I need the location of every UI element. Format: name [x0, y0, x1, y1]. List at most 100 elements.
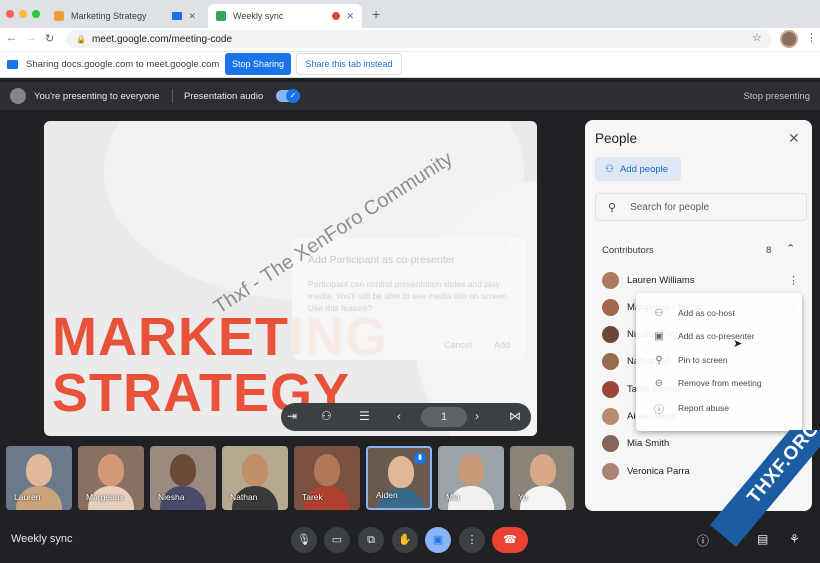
more-options-button[interactable]: ⋮ — [459, 527, 485, 553]
speaker-notes-icon[interactable]: ☰ — [359, 409, 370, 423]
participant-name: Nathan — [230, 492, 258, 502]
participant-name: Yo — [518, 492, 528, 502]
maximize-window-button[interactable] — [32, 10, 40, 18]
menu-item-label: Add as co-host — [678, 308, 735, 318]
minimize-window-button[interactable] — [19, 10, 27, 18]
co-presenter-dialog: Add Participant as co-presenter Particip… — [292, 238, 526, 360]
new-tab-icon[interactable]: + — [372, 6, 380, 22]
tab-weekly-sync[interactable]: Weekly sync ✕ — [208, 4, 362, 28]
participant-tile[interactable]: Mia — [438, 446, 504, 510]
dialog-title: Add Participant as co-presenter — [308, 254, 456, 266]
participant-tile[interactable]: Yo — [510, 446, 574, 510]
leave-call-button[interactable]: ☎ — [492, 527, 528, 553]
share-this-tab-button[interactable]: Share this tab instead — [296, 53, 402, 75]
menu-item[interactable]: ⚇ Add as co-host — [636, 302, 802, 324]
pin-icon: ⚲ — [655, 354, 663, 366]
lock-icon: 🔒 — [76, 34, 86, 44]
slide-page-number[interactable]: 1 — [421, 407, 467, 427]
list-item[interactable]: Lauren Williams ⋮ — [602, 270, 802, 290]
captions-button[interactable]: ⧉ — [358, 527, 384, 553]
panel-title: People — [595, 131, 638, 146]
participant-video — [242, 454, 268, 486]
menu-item-label: Report abuse — [678, 403, 730, 413]
mouse-cursor-icon: ➤ — [733, 338, 743, 350]
participant-tile[interactable]: Margeaux — [78, 446, 144, 510]
url-text: meet.google.com/meeting-code — [91, 33, 233, 45]
dialog-add-button[interactable]: Add — [494, 340, 510, 350]
camera-button[interactable]: ▭ — [324, 527, 350, 553]
raise-hand-button[interactable]: ✋ — [392, 527, 418, 553]
avatar — [602, 435, 619, 453]
participant-video — [98, 454, 124, 486]
add-copresenter-icon[interactable]: ⚇ — [321, 409, 332, 423]
avatar — [602, 408, 619, 425]
stop-sharing-button[interactable]: Stop Sharing — [225, 53, 291, 75]
menu-item[interactable]: ⚲ Pin to screen — [636, 349, 802, 371]
screen-share-icon — [7, 60, 18, 69]
more-options-icon[interactable]: ⋮ — [788, 274, 799, 287]
menu-item-label: Pin to screen — [678, 355, 728, 365]
slides-favicon-icon — [54, 11, 64, 21]
check-icon: ✓ — [286, 89, 300, 103]
participant-name: Lauren — [14, 492, 41, 502]
participant-name: Aiden — [376, 490, 398, 500]
dialog-cancel-button[interactable]: Cancel — [444, 340, 472, 350]
tab-close-icon[interactable]: ✕ — [188, 11, 196, 22]
share-icon[interactable]: ⋈ — [509, 409, 521, 423]
speaking-indicator-icon: ▮ — [414, 452, 426, 464]
previous-slide-icon[interactable]: ‹ — [397, 409, 401, 423]
next-slide-icon[interactable]: › — [475, 409, 479, 423]
participant-tile[interactable]: Nathan — [222, 446, 288, 510]
participant-tile[interactable]: Lauren — [6, 446, 72, 510]
back-icon[interactable]: ← — [6, 32, 17, 44]
bookmark-star-icon[interactable]: ☆ — [752, 31, 762, 44]
tab-close-icon[interactable]: ✕ — [346, 11, 354, 22]
co-host-icon: ⚇ — [654, 307, 664, 319]
meeting-name: Weekly sync — [11, 533, 73, 545]
menu-item[interactable]: ⓘ Report abuse — [636, 397, 802, 419]
screen-share-icon — [172, 12, 182, 20]
menu-item[interactable]: ▣ Add as co-presenter — [636, 325, 802, 347]
add-people-button[interactable]: ⚇ Add people — [595, 157, 681, 181]
dialog-body: Participant can control presentation sli… — [308, 279, 510, 313]
close-icon[interactable]: ✕ — [788, 130, 800, 147]
avatar — [602, 462, 619, 480]
search-input[interactable]: ⚲ Search for people — [595, 193, 807, 221]
tab-title: Weekly sync — [233, 11, 284, 21]
person-name: Mia Smith — [627, 438, 670, 450]
tab-marketing-strategy[interactable]: Marketing Strategy ✕ — [46, 4, 204, 28]
presentation-audio-toggle[interactable]: ✓ — [276, 89, 300, 103]
close-window-button[interactable] — [6, 10, 14, 18]
divider — [172, 89, 173, 103]
present-now-button[interactable]: ▣ — [425, 527, 451, 553]
participant-video — [170, 454, 196, 486]
address-bar[interactable]: 🔒 meet.google.com/meeting-code — [66, 30, 772, 48]
participant-tile[interactable]: Tarek — [294, 446, 360, 510]
presentation-stage: MARKETING STRATEGY Add Participant as co… — [44, 121, 537, 436]
exit-slides-icon[interactable]: ⇥ — [287, 409, 297, 423]
presentation-audio-label: Presentation audio — [184, 91, 264, 102]
search-placeholder: Search for people — [630, 201, 710, 213]
recording-dot-icon — [332, 12, 340, 20]
participant-video — [26, 454, 52, 486]
forward-icon[interactable]: → — [26, 32, 37, 44]
presenting-bar: You're presenting to everyone Presentati… — [0, 82, 820, 110]
thxf-badge: THXF.ORG — [705, 430, 820, 563]
sharing-text: Sharing docs.google.com to meet.google.c… — [26, 59, 220, 70]
tab-title: Marketing Strategy — [71, 11, 147, 21]
participant-video — [388, 456, 414, 488]
reload-icon[interactable]: ↻ — [45, 32, 54, 45]
chevron-up-icon[interactable]: ⌃ — [786, 242, 795, 255]
microphone-button[interactable]: 🎙 — [291, 527, 317, 553]
avatar — [602, 380, 619, 398]
avatar — [602, 271, 619, 289]
menu-item[interactable]: ⊖ Remove from meeting — [636, 372, 802, 394]
participant-tile[interactable]: Niesha — [150, 446, 216, 510]
meet-favicon-icon — [216, 11, 226, 21]
avatar — [602, 326, 619, 344]
browser-menu-icon[interactable]: ⋮ — [806, 31, 817, 44]
participant-tile[interactable]: ▮ Aiden — [366, 446, 432, 510]
profile-avatar[interactable] — [780, 30, 798, 48]
thxf-badge-text: THXF.ORG — [710, 430, 820, 547]
stop-presenting-button[interactable]: Stop presenting — [743, 91, 810, 102]
